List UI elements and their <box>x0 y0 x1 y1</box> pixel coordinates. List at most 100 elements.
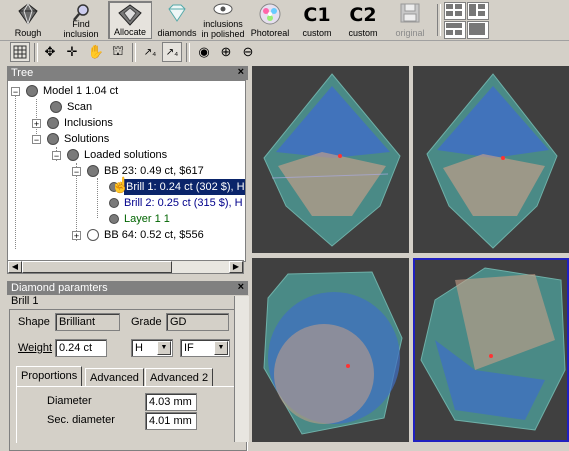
diamond-render-bottom-left <box>263 271 403 435</box>
node-dot-icon <box>47 117 59 129</box>
sec-diameter-label: Sec. diameter <box>47 414 115 426</box>
tree-node-inclusions[interactable]: + Inclusions <box>32 115 113 131</box>
eye-icon <box>213 3 233 15</box>
color-grade-select[interactable]: H ▼ <box>131 339 173 357</box>
scroll-thumb[interactable] <box>22 261 172 273</box>
layout-split-icon <box>469 4 485 16</box>
layout-single-button[interactable] <box>467 21 489 39</box>
original-button[interactable]: original <box>388 1 432 39</box>
params-group-title: Brill 1 <box>9 295 41 307</box>
custom-c2-button[interactable]: C2 custom <box>342 1 384 39</box>
tree-node-loaded-solutions[interactable]: − Loaded solutions <box>52 147 167 163</box>
dropdown-arrow-icon[interactable]: ▼ <box>214 341 228 355</box>
tree-node-layer[interactable]: Layer 1 1 <box>109 211 170 227</box>
measure-a-button[interactable]: ↗₄ <box>140 42 160 62</box>
inclusions-in-polished-button[interactable]: inclusions in polished <box>201 1 245 39</box>
clarity-select[interactable]: IF ▼ <box>180 339 230 357</box>
zoom-in-button[interactable]: ⊕ <box>216 42 236 62</box>
tree-node-solutions[interactable]: − Solutions <box>32 131 109 147</box>
collapse-icon[interactable]: − <box>52 150 61 160</box>
view-eye-button[interactable]: ◉ <box>194 42 214 62</box>
node-dot-icon <box>109 198 119 208</box>
measure-b-button[interactable]: ↗₄ <box>162 42 182 62</box>
params-vertical-scrollbar[interactable] <box>234 296 249 442</box>
tree-panel-header: Tree × <box>7 66 248 80</box>
custom-c2-label: custom <box>348 28 378 38</box>
tab-advanced-2[interactable]: Advanced 2 <box>145 368 214 387</box>
pan-button[interactable]: ✛ <box>62 42 82 62</box>
grade-label: Grade <box>131 316 162 328</box>
tree-node-brill2[interactable]: Brill 2: 0.25 ct (315 $), H IF <box>109 195 245 211</box>
tree-view[interactable]: − Model 1 1.04 ct Scan + Inclusions − So… <box>7 80 246 262</box>
zoom-in-icon: ⊕ <box>220 44 232 59</box>
move-button[interactable]: ✥ <box>40 42 60 62</box>
tree-node-scan[interactable]: Scan <box>50 99 92 115</box>
allocate-icon <box>118 4 142 26</box>
find-inclusion-button[interactable]: Find inclusion <box>56 1 106 39</box>
measure-a-icon: ↗₄ <box>143 46 157 58</box>
viewport-top-right[interactable] <box>413 66 569 253</box>
eye-icon: ◉ <box>198 44 210 59</box>
diamonds-label: diamonds <box>157 28 197 38</box>
camera-icon: ⛫ <box>112 43 124 58</box>
node-dot-icon <box>109 214 119 224</box>
camera-button[interactable]: ⛫ <box>108 42 128 62</box>
expand-icon[interactable]: + <box>32 118 41 128</box>
diamond-render-bottom-right <box>420 267 566 431</box>
layout-quad-button[interactable] <box>444 2 466 20</box>
tab-advanced[interactable]: Advanced <box>85 368 144 387</box>
inclusions-in-polished-label: inclusions in polished <box>201 19 245 39</box>
collapse-icon[interactable]: − <box>11 86 20 96</box>
tree-connector <box>97 178 98 218</box>
toolbar-separator <box>34 43 38 62</box>
original-label: original <box>395 28 425 38</box>
move-arrows-icon: ✥ <box>44 44 56 59</box>
layout-split-button[interactable] <box>467 2 489 20</box>
viewport-bottom-right-active[interactable] <box>413 258 569 442</box>
tab-proportions[interactable]: Proportions <box>16 366 83 387</box>
collapse-icon[interactable]: − <box>72 166 81 176</box>
weight-label: Weight <box>18 342 53 354</box>
close-icon[interactable]: × <box>238 281 244 293</box>
tree-node-bb23[interactable]: − BB 23: 0.49 ct, $617 <box>72 163 204 179</box>
view-toolbar: ✥ ✛ ✋ ⛫ ↗₄ ↗₄ ◉ ⊕ ⊖ <box>0 41 300 65</box>
diameter-label: Diameter <box>47 395 92 407</box>
close-icon[interactable]: × <box>238 66 244 78</box>
photoreal-button[interactable]: Photoreal <box>248 1 292 39</box>
tree-node-model[interactable]: − Model 1 1.04 ct <box>11 83 118 99</box>
node-dot-icon <box>26 85 38 97</box>
diamonds-button[interactable]: diamonds <box>155 1 199 39</box>
grid-icon <box>13 45 27 59</box>
scroll-left-icon[interactable]: ◀ <box>8 261 22 273</box>
node-dot-icon <box>87 229 99 241</box>
rough-button[interactable]: Rough <box>3 1 53 39</box>
layout-single-icon <box>469 23 485 35</box>
allocate-button[interactable]: Allocate <box>108 1 152 39</box>
tree-node-bb64[interactable]: + BB 64: 0.52 ct, $556 <box>72 227 204 243</box>
grid-toggle-button[interactable] <box>10 42 30 62</box>
viewport-top-left[interactable] <box>252 66 409 253</box>
custom-c1-button[interactable]: C1 custom <box>296 1 338 39</box>
color-grade-value: H <box>135 342 143 354</box>
c2-glyph: C2 <box>349 4 377 26</box>
sec-diameter-field[interactable]: 4.01 mm <box>145 412 197 430</box>
hand-button[interactable]: ✋ <box>86 42 106 62</box>
zoom-out-button[interactable]: ⊖ <box>238 42 258 62</box>
clarity-value: IF <box>184 342 194 354</box>
tree-node-label: Scan <box>67 101 93 113</box>
viewport-bottom-left[interactable] <box>252 258 409 442</box>
node-dot-icon <box>87 165 99 177</box>
expand-icon[interactable]: + <box>72 230 81 240</box>
allocate-label: Allocate <box>113 27 147 37</box>
tree-horizontal-scrollbar[interactable]: ◀ ▶ <box>7 260 244 274</box>
dropdown-arrow-icon[interactable]: ▼ <box>157 341 171 355</box>
collapse-icon[interactable]: − <box>32 134 41 144</box>
scroll-right-icon[interactable]: ▶ <box>229 261 243 273</box>
tab-content: Diameter 4.03 mm Sec. diameter 4.01 mm <box>16 386 235 443</box>
weight-field[interactable]: 0.24 ct <box>55 339 107 357</box>
diameter-field[interactable]: 4.03 mm <box>145 393 197 411</box>
toolbar-separator <box>186 43 190 62</box>
shape-label: Shape <box>18 316 50 328</box>
hand-cursor-icon: ☝ <box>111 177 130 194</box>
layout-top-button[interactable] <box>444 21 466 39</box>
